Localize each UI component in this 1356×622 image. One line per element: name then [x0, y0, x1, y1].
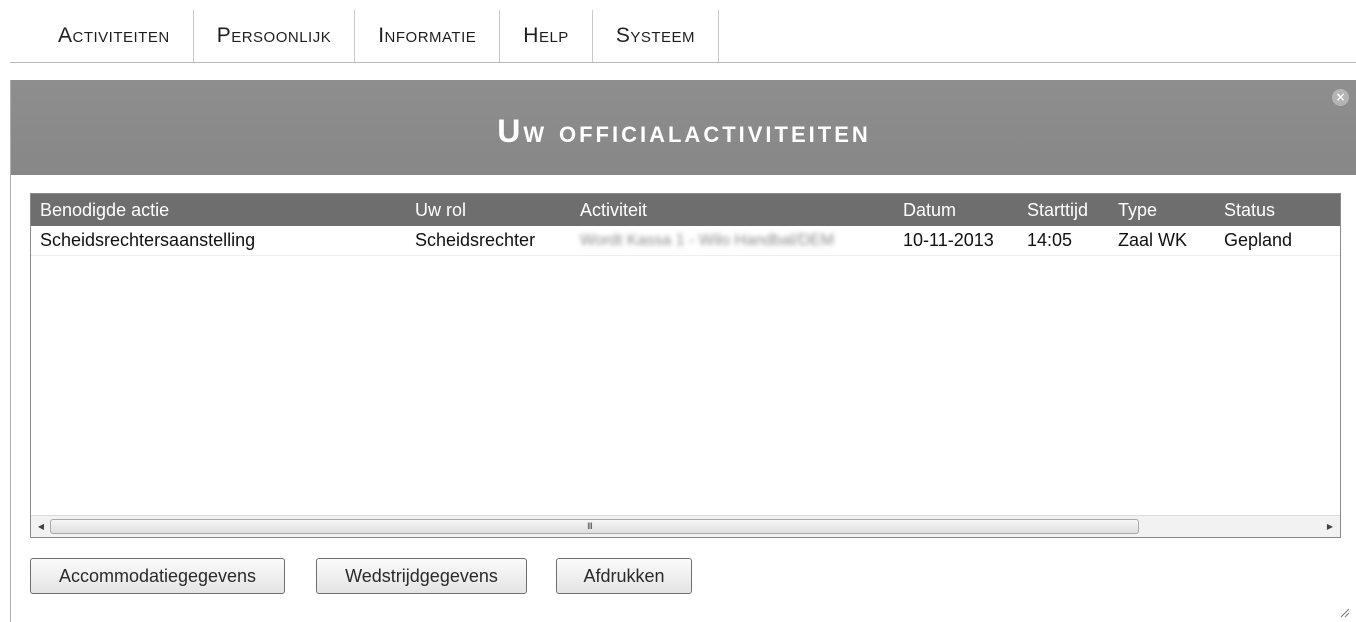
- activities-grid: Benodigde actie Uw rol Activiteit Datum …: [30, 193, 1341, 538]
- scrollbar-grip: III: [587, 522, 593, 532]
- menu-item-help[interactable]: Help: [500, 10, 593, 62]
- wedstrijdgegevens-button[interactable]: Wedstrijdgegevens: [316, 558, 527, 594]
- menu-item-systeem[interactable]: Systeem: [593, 10, 719, 62]
- horizontal-scrollbar[interactable]: ◀ III ▶: [31, 515, 1340, 537]
- column-header-benodigde-actie[interactable]: Benodigde actie: [40, 194, 169, 226]
- cell-starttijd: 14:05: [1027, 230, 1073, 250]
- close-icon[interactable]: ×: [1332, 89, 1349, 106]
- dialog-header: Uw officialactiviteiten ×: [11, 80, 1356, 175]
- grid-header: Benodigde actie Uw rol Activiteit Datum …: [31, 194, 1340, 226]
- column-header-uw-rol[interactable]: Uw rol: [415, 194, 466, 226]
- scroll-right-arrow-icon[interactable]: ▶: [1320, 516, 1340, 537]
- cell-type: Zaal WK: [1118, 230, 1188, 250]
- column-header-activiteit[interactable]: Activiteit: [580, 194, 647, 226]
- column-header-datum[interactable]: Datum: [903, 194, 956, 226]
- main-menu: Activiteiten Persoonlijk Informatie Help…: [30, 10, 719, 62]
- resize-handle-icon[interactable]: [1338, 606, 1350, 618]
- cell-benodigde-actie: Scheidsrechtersaanstelling: [40, 230, 256, 250]
- menu-item-persoonlijk[interactable]: Persoonlijk: [194, 10, 356, 62]
- menu-item-informatie[interactable]: Informatie: [355, 10, 501, 62]
- menu-item-activiteiten[interactable]: Activiteiten: [30, 10, 194, 62]
- dialog-title: Uw officialactiviteiten: [497, 113, 871, 149]
- scrollbar-thumb[interactable]: III: [50, 519, 1139, 534]
- menu-divider: [10, 62, 1356, 63]
- column-header-starttijd[interactable]: Starttijd: [1027, 194, 1088, 226]
- column-header-status[interactable]: Status: [1224, 194, 1275, 226]
- column-header-type[interactable]: Type: [1118, 194, 1157, 226]
- scroll-left-arrow-icon[interactable]: ◀: [31, 516, 51, 537]
- cell-status: Gepland: [1224, 230, 1293, 250]
- official-activities-dialog: Uw officialactiviteiten × Benodigde acti…: [10, 80, 1356, 622]
- table-row[interactable]: Scheidsrechtersaanstelling Scheidsrechte…: [31, 226, 1340, 256]
- cell-datum: 10-11-2013: [903, 230, 994, 250]
- afdrukken-button[interactable]: Afdrukken: [556, 558, 692, 594]
- cell-activiteit: Wordt Kassa 1 - Wilo Handbal/DEM: [580, 231, 835, 249]
- cell-uw-rol: Scheidsrechter: [415, 230, 536, 250]
- accommodatiegegevens-button[interactable]: Accommodatiegegevens: [30, 558, 285, 594]
